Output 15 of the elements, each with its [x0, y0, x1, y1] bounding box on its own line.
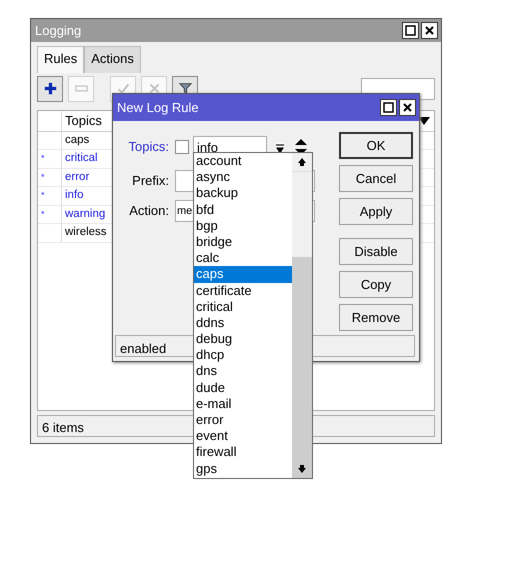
default-marker: *	[41, 189, 45, 202]
table-cell-text: wireless	[64, 225, 107, 240]
table-cell-text: info	[64, 188, 84, 204]
table-cell-text: caps	[64, 132, 90, 148]
default-marker: *	[41, 208, 45, 220]
field-label: Action:	[128, 202, 170, 220]
table-cell-text: warning	[64, 206, 106, 222]
default-marker: *	[41, 152, 45, 165]
window-title: Logging	[35, 22, 82, 40]
field-label: Topics:	[128, 138, 170, 156]
field-label: Prefix:	[131, 172, 170, 190]
dialog-title: New Log Rule	[117, 98, 199, 117]
table-cell-text: critical	[64, 151, 98, 166]
default-marker: *	[41, 170, 45, 184]
table-cell-text: error	[64, 170, 90, 185]
